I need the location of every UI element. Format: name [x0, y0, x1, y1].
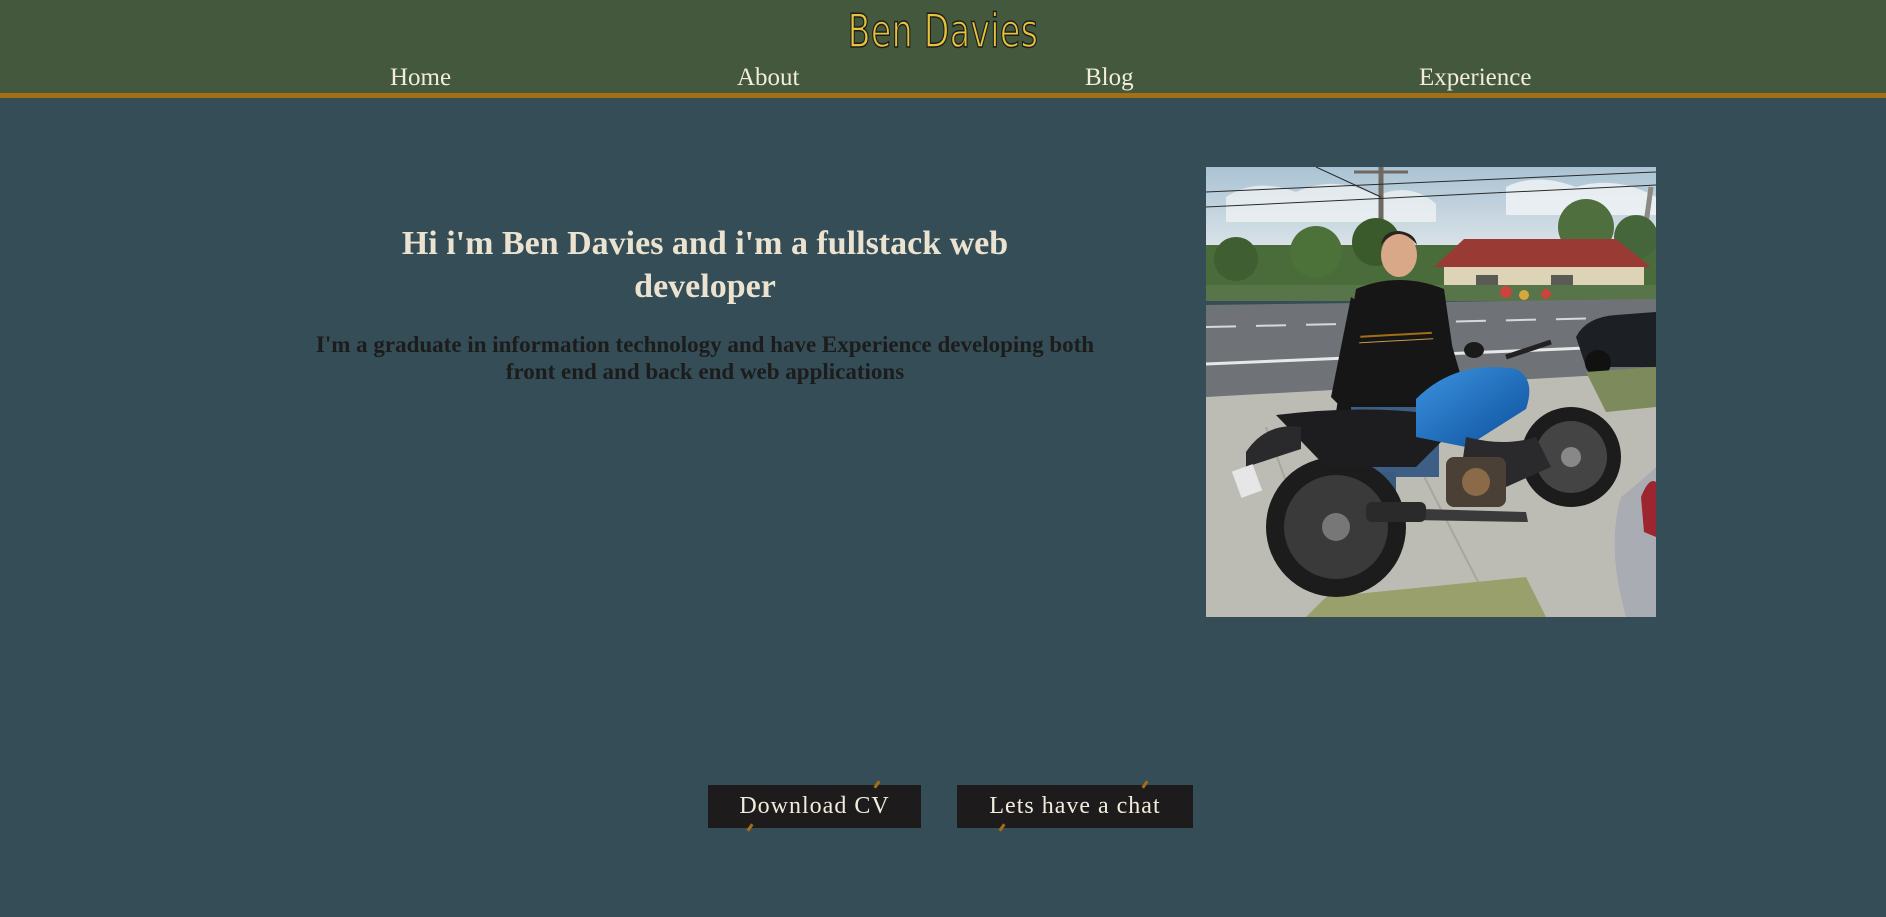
chat-label: Lets have a chat — [989, 793, 1161, 819]
nav-about-link[interactable]: About — [737, 64, 800, 92]
download-cv-label: Download CV — [739, 793, 890, 819]
site-header: Ben Davies Home About Blog Experience — [0, 0, 1886, 98]
nav-experience-link[interactable]: Experience — [1419, 64, 1531, 92]
nav-home-link[interactable]: Home — [390, 64, 451, 92]
profile-photo — [1206, 167, 1656, 617]
hero-title: Hi i'm Ben Davies and i'm a fullstack we… — [401, 225, 1009, 305]
chat-button[interactable]: Lets have a chat — [957, 785, 1193, 828]
site-brand[interactable]: Ben Davies — [264, 3, 1622, 59]
download-cv-button[interactable]: Download CV — [708, 785, 921, 828]
hero-subtitle: I'm a graduate in information technology… — [315, 332, 1095, 384]
nav-blog-link[interactable]: Blog — [1085, 64, 1134, 92]
